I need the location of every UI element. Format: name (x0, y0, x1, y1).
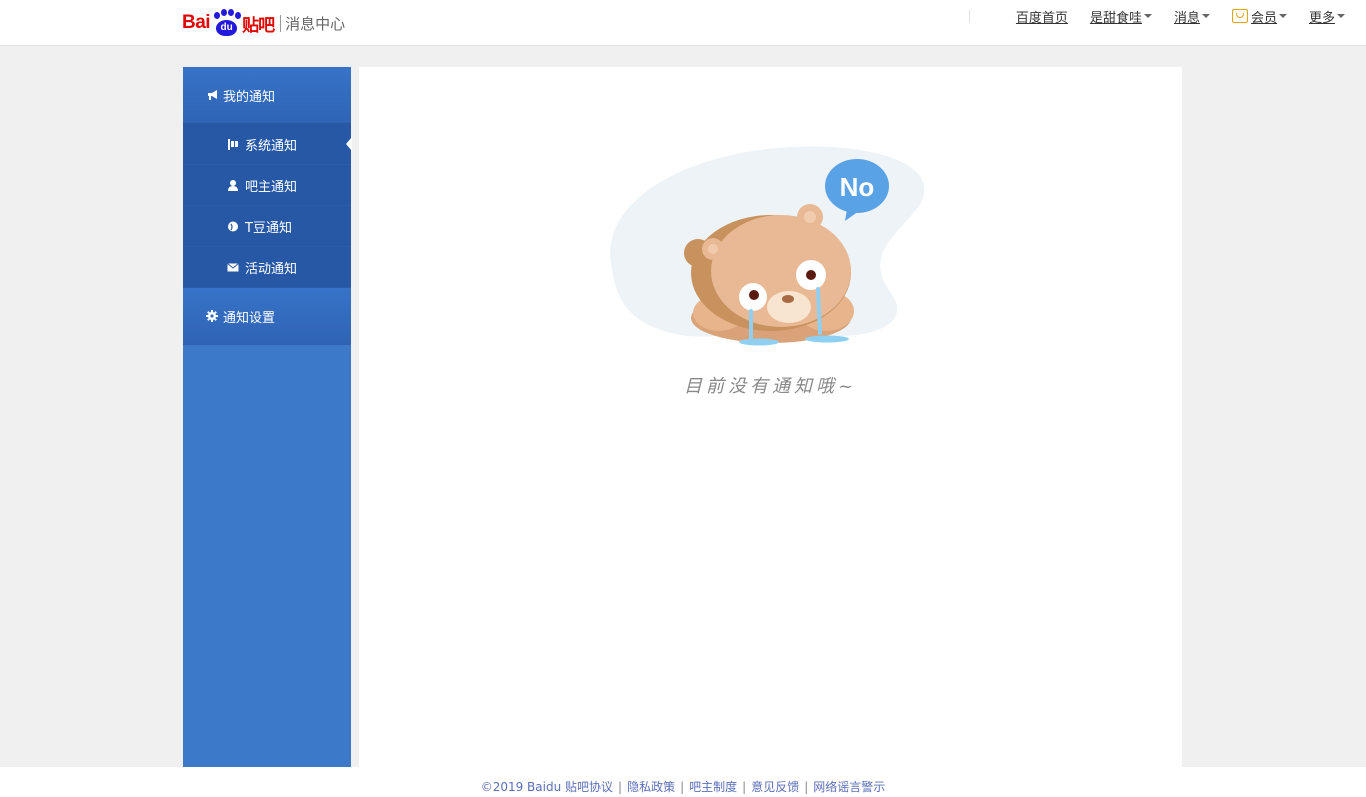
bubble-no-text: No (840, 172, 875, 202)
logo-divider (280, 14, 282, 32)
nav-more-menu[interactable]: 更多 (1309, 7, 1345, 26)
sidebar-item-bazhu-notice[interactable]: 吧主通知 (183, 165, 351, 206)
top-bar: Bai du 贴吧 消息中心 百度首页 是甜食哇 消息 会员 更多 (0, 0, 1366, 46)
nav-vip-menu[interactable]: 会员 (1231, 7, 1287, 26)
chevron-down-icon (1143, 14, 1152, 18)
sidebar-notice-settings[interactable]: 通知设置 (183, 288, 351, 345)
megaphone-icon (208, 90, 217, 100)
logo-du-text: du (216, 20, 238, 36)
empty-notice-text: 目前没有通知哦~ (683, 376, 858, 397)
nav-user-menu[interactable]: 是甜食哇 (1090, 7, 1152, 26)
sidebar-my-notice[interactable]: 我的通知 (183, 67, 351, 124)
nav-messages-menu[interactable]: 消息 (1174, 7, 1210, 26)
chevron-down-icon (1278, 14, 1287, 18)
vip-crown-icon (1231, 9, 1248, 23)
chevron-down-icon (1337, 14, 1345, 18)
top-nav: 百度首页 是甜食哇 消息 会员 更多 (968, 7, 1345, 26)
nav-divider (968, 9, 970, 23)
footer-link-rumor-warning[interactable]: 网络谣言警示 (813, 780, 885, 794)
logo-tieba-text: 贴吧 (242, 15, 275, 36)
footer-copyright: ©2019 Baidu (480, 780, 562, 794)
main-content: No 目前没有通知哦~ (359, 67, 1182, 767)
user-icon (228, 180, 238, 191)
paw-icon: du (211, 9, 242, 37)
flag-icon (228, 139, 238, 150)
footer: ©2019 Baidu 贴吧协议 | 隐私政策 | 吧主制度 | 意见反馈 | 网络谣言警示 (0, 767, 1366, 797)
envelope-icon (227, 263, 239, 272)
footer-link-feedback[interactable]: 意见反馈 (751, 780, 799, 794)
crying-bear-illustration: No (610, 146, 925, 346)
sidebar-item-system-notice[interactable]: 系统通知 (183, 124, 352, 165)
message-center-title: 消息中心 (285, 14, 346, 33)
sidebar-item-activity-notice[interactable]: 活动通知 (183, 247, 351, 288)
footer-link-bazhu-rules[interactable]: 吧主制度 (689, 780, 737, 794)
bean-icon (228, 221, 238, 232)
gear-icon (206, 310, 218, 322)
baidu-tieba-logo[interactable]: Bai du 贴吧 消息中心 (182, 7, 345, 39)
chevron-down-icon (1201, 14, 1210, 18)
footer-link-privacy[interactable]: 隐私政策 (627, 780, 675, 794)
sidebar: 我的通知 系统通知 吧主通知 T豆通知 活动通知 通知设置 (183, 67, 352, 767)
footer-link-agreement[interactable]: 贴吧协议 (565, 780, 613, 794)
nav-baidu-home-link[interactable]: 百度首页 (1016, 7, 1068, 26)
sidebar-item-tdou-notice[interactable]: T豆通知 (183, 206, 351, 247)
logo-bai-text: Bai (182, 12, 211, 33)
